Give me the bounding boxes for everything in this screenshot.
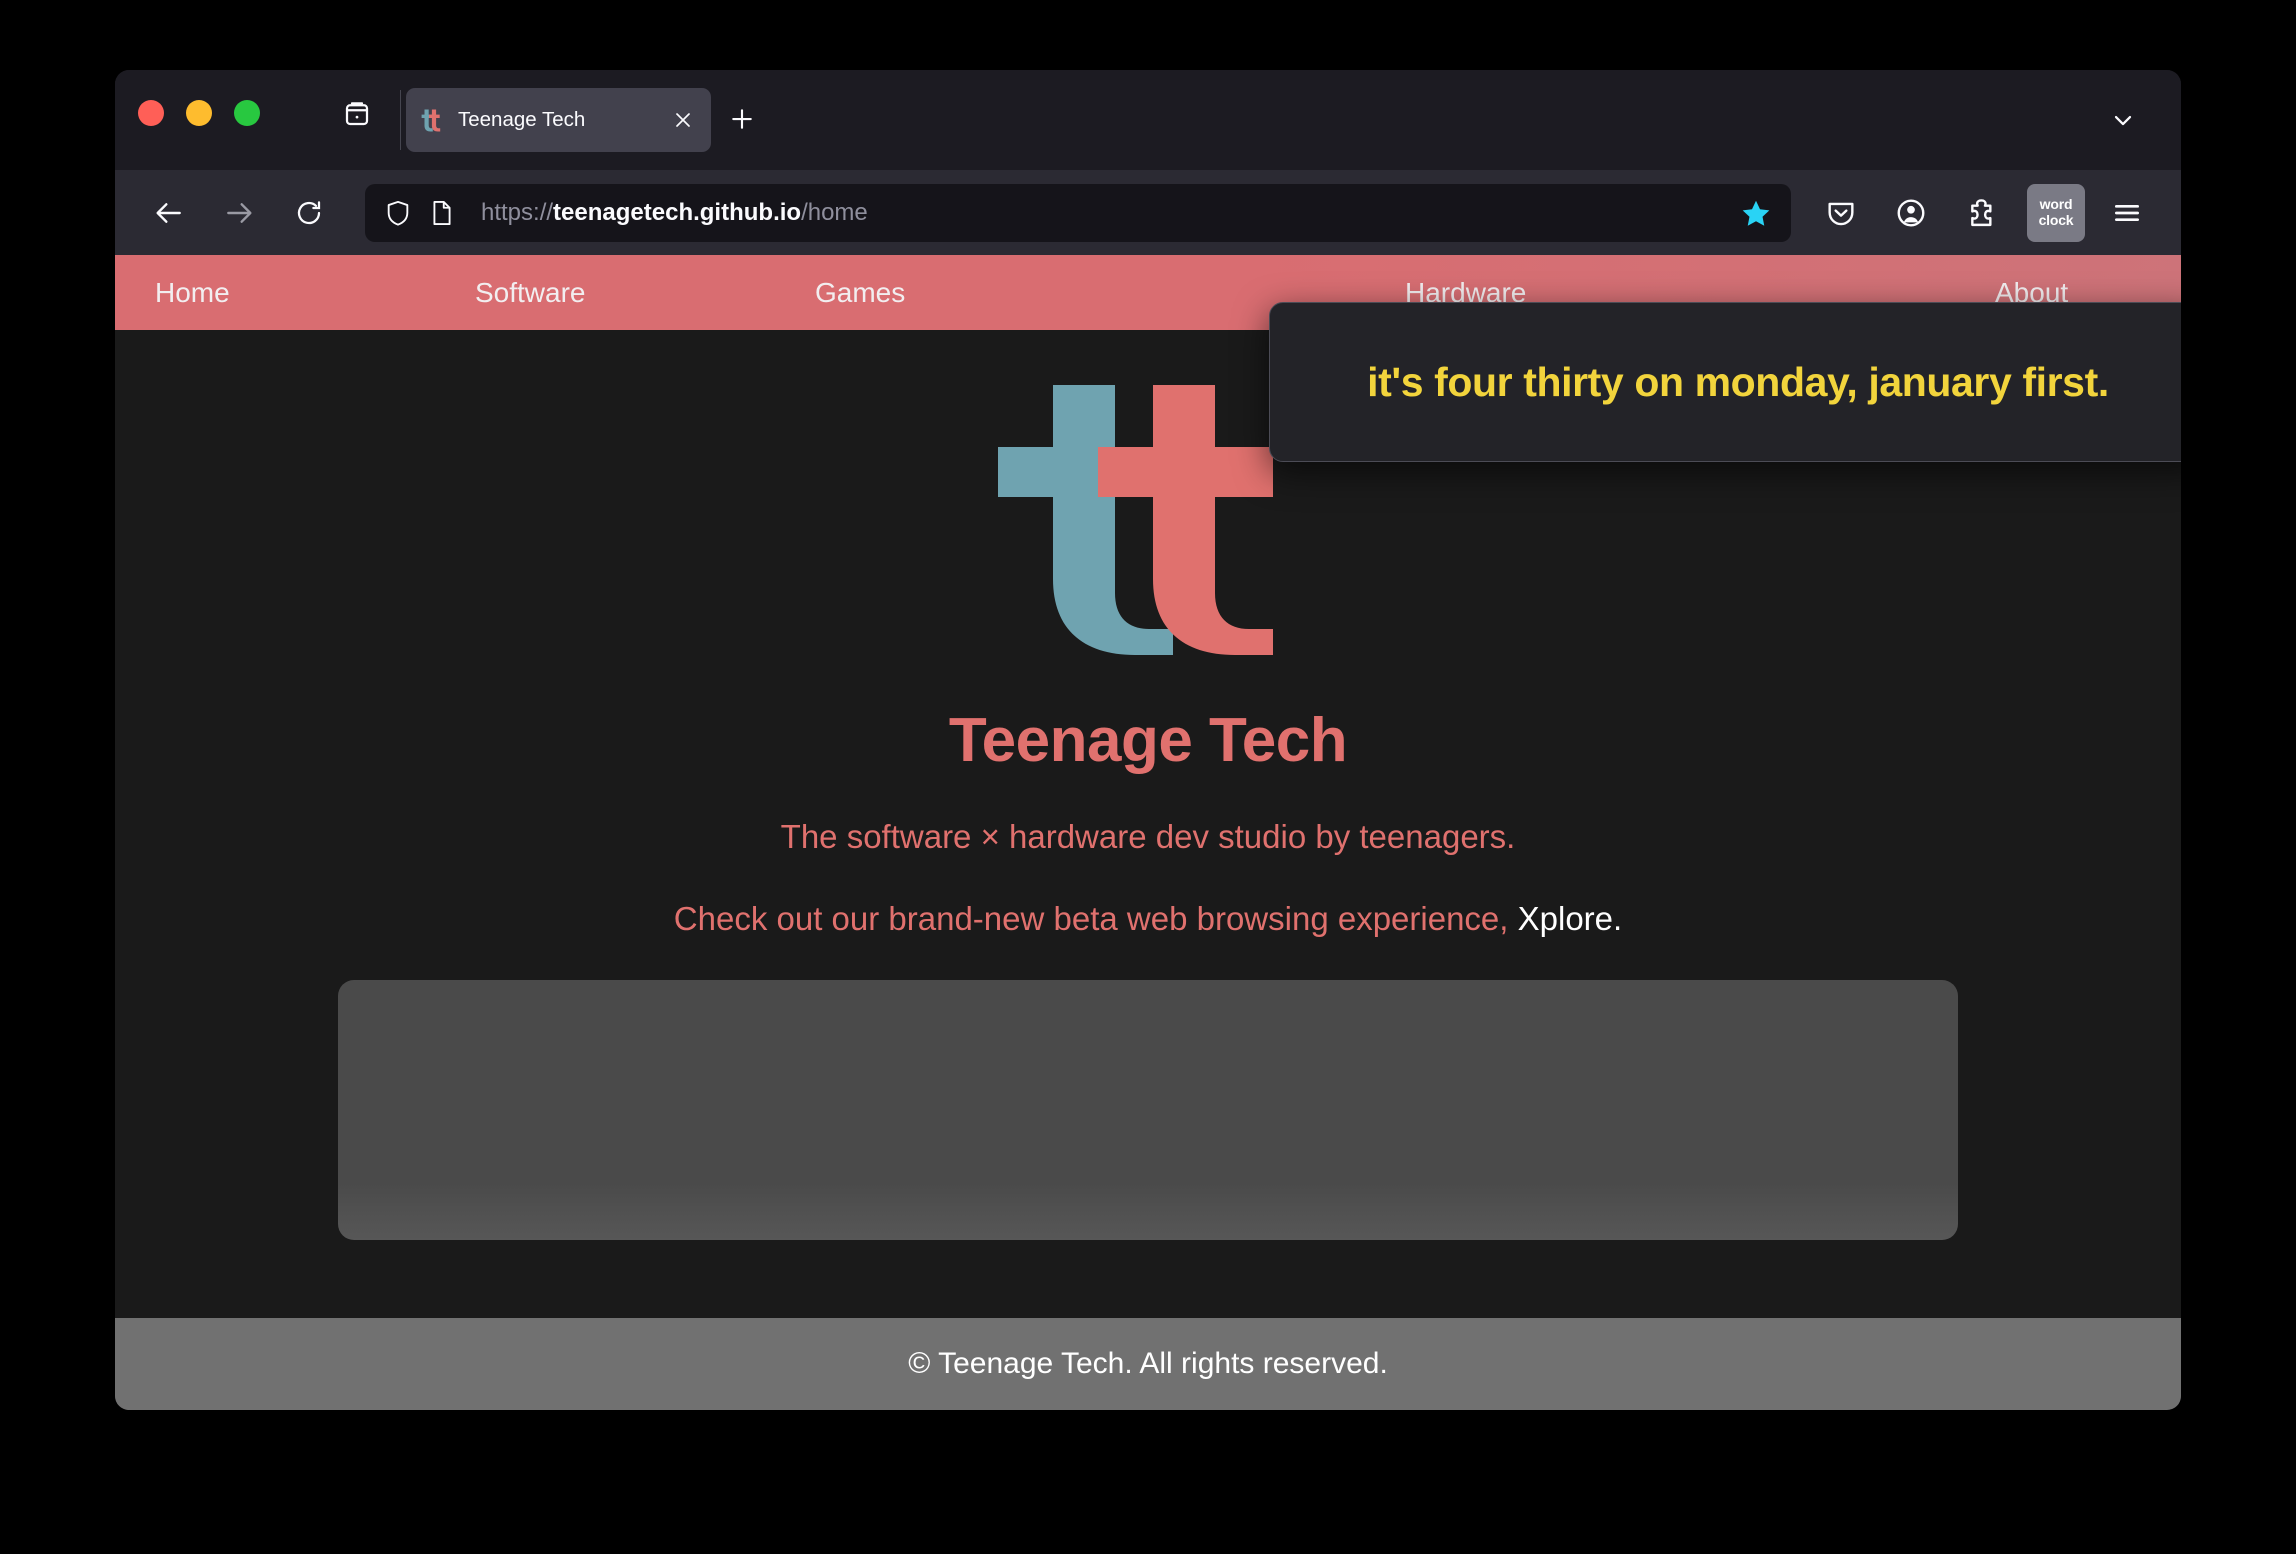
sidebar-icon[interactable] xyxy=(340,97,374,131)
word-clock-popup[interactable]: it's four thirty on monday, january firs… xyxy=(1269,302,2181,462)
logo-right-t xyxy=(1098,385,1298,655)
chevron-down-icon[interactable] xyxy=(2103,100,2143,140)
xplore-link[interactable]: Xplore. xyxy=(1518,900,1623,937)
browser-window: Teenage Tech https://teenagetech.github.… xyxy=(115,70,2181,1410)
star-filled-icon[interactable] xyxy=(1737,194,1775,232)
beta-prefix: Check out our brand-new beta web browsin… xyxy=(673,900,1518,937)
hamburger-menu-icon[interactable] xyxy=(2103,189,2151,237)
url-text[interactable]: https://teenagetech.github.io/home xyxy=(481,199,1737,227)
empty-embed-card xyxy=(338,980,1958,1240)
browser-tab[interactable]: Teenage Tech xyxy=(406,88,711,152)
puzzle-piece-icon[interactable] xyxy=(1957,189,2005,237)
word-clock-time-text: it's four thirty on monday, january firs… xyxy=(1367,358,2109,405)
arrow-right-icon[interactable] xyxy=(215,189,263,237)
toolbar-divider xyxy=(400,90,401,150)
nav-item-games[interactable]: Games xyxy=(815,277,905,309)
tab-strip: Teenage Tech xyxy=(115,70,2181,170)
page-title: Teenage Tech xyxy=(948,706,1348,775)
site-tagline: The software × hardware dev studio by te… xyxy=(780,818,1516,855)
nav-item-home[interactable]: Home xyxy=(155,277,230,309)
pocket-icon[interactable] xyxy=(1817,189,1865,237)
extension-label-line1: word xyxy=(2039,196,2073,213)
word-clock-extension-button[interactable]: word clock xyxy=(2027,183,2085,242)
zoom-window-button[interactable] xyxy=(234,100,260,126)
browser-toolbar: https://teenagetech.github.io/home word … xyxy=(115,170,2181,255)
account-icon[interactable] xyxy=(1887,189,1935,237)
close-window-button[interactable] xyxy=(138,100,164,126)
reload-icon[interactable] xyxy=(285,189,333,237)
nav-item-software[interactable]: Software xyxy=(475,277,586,309)
beta-announcement: Check out our brand-new beta web browsin… xyxy=(115,900,2181,938)
extension-label-line2: clock xyxy=(2038,211,2074,228)
window-controls xyxy=(138,100,260,126)
page-icon[interactable] xyxy=(425,196,459,230)
tab-title: Teenage Tech xyxy=(458,108,586,131)
teenage-tech-favicon xyxy=(419,107,445,133)
copyright-text: © Teenage Tech. All rights reserved. xyxy=(908,1347,1388,1380)
site-footer: © Teenage Tech. All rights reserved. xyxy=(115,1318,2181,1410)
url-host: teenagetech.github.io xyxy=(553,198,802,226)
page-content: Teenage Tech The software × hardware dev… xyxy=(115,330,2181,1240)
close-icon[interactable] xyxy=(668,105,698,135)
shield-icon[interactable] xyxy=(381,196,415,230)
arrow-left-icon[interactable] xyxy=(145,189,193,237)
minimize-window-button[interactable] xyxy=(186,100,212,126)
url-bar[interactable]: https://teenagetech.github.io/home xyxy=(365,183,1791,242)
teenage-tech-logo xyxy=(998,385,1298,670)
plus-icon[interactable] xyxy=(720,97,764,141)
